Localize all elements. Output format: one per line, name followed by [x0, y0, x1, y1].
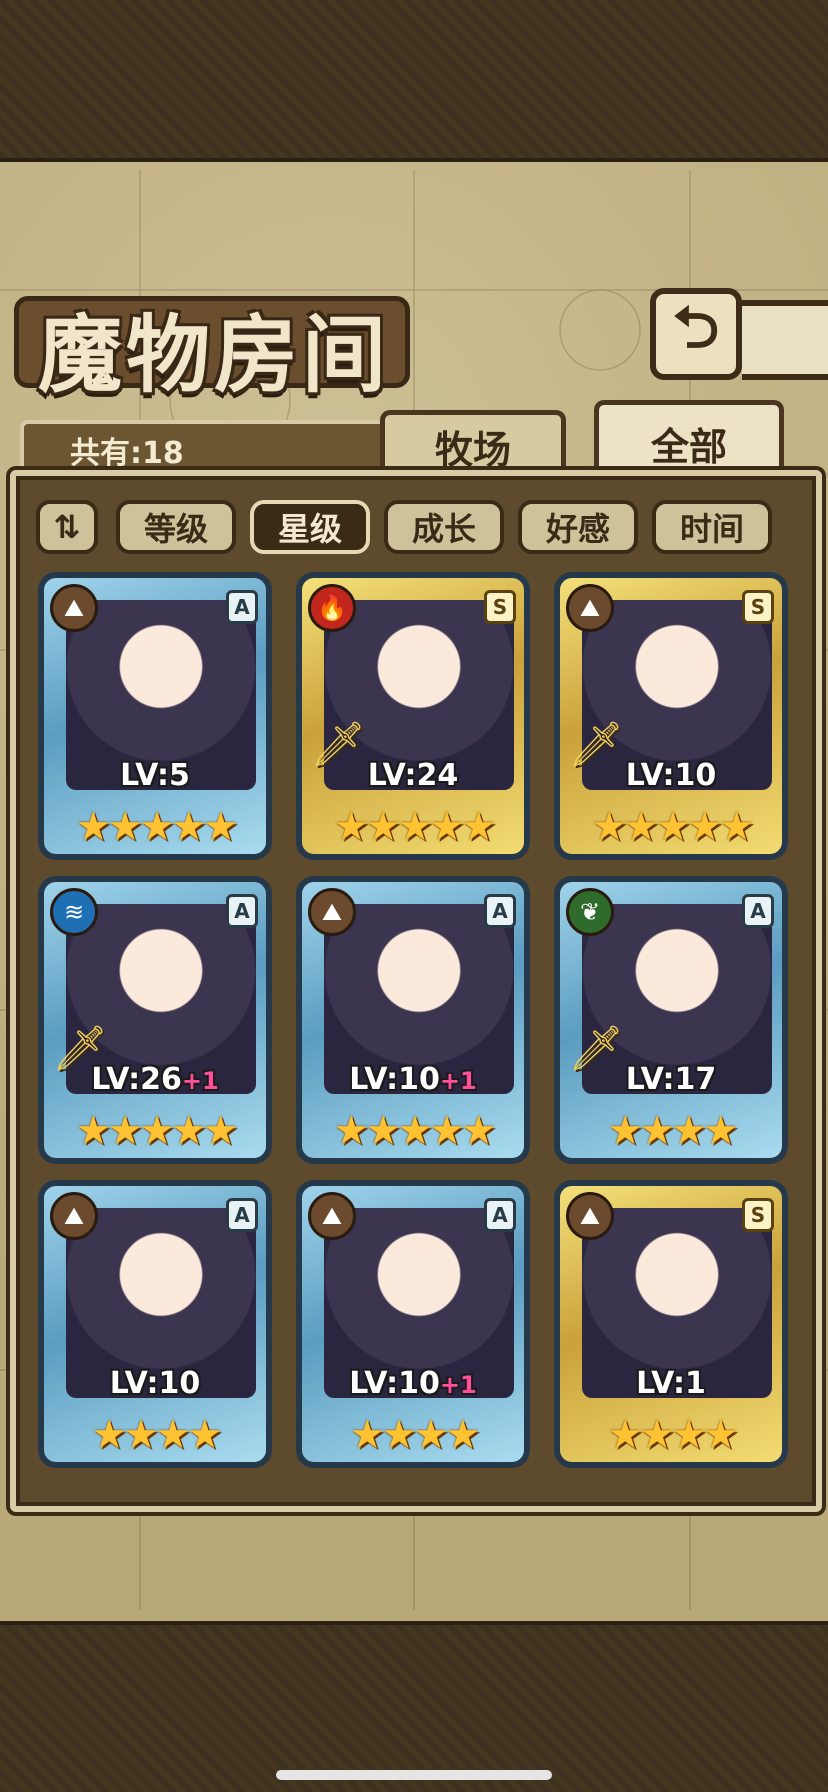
monster-level: LV:10 [44, 1366, 266, 1401]
level-text: LV:10 [109, 1366, 201, 1401]
filter-affection[interactable]: 好感 [518, 500, 638, 554]
monster-level: LV:26+1 [44, 1062, 266, 1097]
filter-level-label: 等级 [143, 510, 208, 548]
monster-count: 共有:18 [70, 436, 184, 471]
level-text: LV:10 [349, 1062, 440, 1097]
star-rating: ★★★★ [607, 1108, 738, 1154]
filter-stars[interactable]: 星级 [250, 500, 370, 554]
page-title: 魔物房间 [38, 305, 391, 404]
level-text: LV:24 [367, 758, 459, 793]
star-rating: ★★★★★ [591, 804, 754, 850]
filter-level[interactable]: 等级 [116, 500, 236, 554]
monster-card[interactable]: ⛰ A LV:10+1 ★★★★★ [296, 876, 530, 1164]
filter-time-label: 时间 [679, 510, 744, 548]
rank-badge: A [226, 1198, 258, 1232]
monster-level: LV:10+1 [302, 1062, 524, 1097]
level-text: LV:10 [349, 1366, 440, 1401]
back-button[interactable]: ⮌ [650, 288, 742, 380]
monster-level: LV:1 [560, 1366, 782, 1401]
top-background-band [0, 0, 828, 158]
earth-element-icon: ⛰ [308, 888, 356, 936]
rank-badge: A [226, 590, 258, 624]
rank-badge: S [742, 1198, 774, 1232]
filter-growth-label: 成长 [411, 510, 476, 548]
rank-badge: S [742, 590, 774, 624]
rank-badge: A [742, 894, 774, 928]
bottom-background-band [0, 1625, 828, 1792]
level-bonus: +1 [439, 1371, 477, 1399]
star-rating: ★★★★★ [333, 804, 496, 850]
home-indicator[interactable] [276, 1770, 552, 1780]
level-text: LV:1 [636, 1366, 706, 1401]
tab-ranch[interactable]: 牧场 [380, 410, 566, 478]
tab-ranch-label: 牧场 [434, 427, 511, 472]
filter-stars-label: 星级 [277, 510, 342, 548]
filter-growth[interactable]: 成长 [384, 500, 504, 554]
earth-element-icon: ⛰ [50, 584, 98, 632]
monster-level: LV:17 [560, 1062, 782, 1097]
sort-order-toggle[interactable]: ⇅ [36, 500, 98, 554]
sort-order-icon: ⇅ [53, 508, 81, 546]
rank-badge: A [484, 894, 516, 928]
rank-badge: A [226, 894, 258, 928]
filter-time[interactable]: 时间 [652, 500, 772, 554]
monster-card[interactable]: ⛰ S 🗡 LV:10 ★★★★★ [554, 572, 788, 860]
fire-element-icon: 🔥 [308, 584, 356, 632]
return-arrow-icon: ⮌ [672, 292, 720, 361]
monster-level: LV:10+1 [302, 1366, 524, 1401]
monster-card[interactable]: ⛰ A LV:10 ★★★★ [38, 1180, 272, 1468]
level-bonus: +1 [181, 1067, 219, 1095]
level-text: LV:10 [625, 758, 717, 793]
level-text: LV:5 [120, 758, 190, 793]
monster-card[interactable]: ⛰ A LV:10+1 ★★★★ [296, 1180, 530, 1468]
back-button-rail [742, 300, 828, 380]
monster-card[interactable]: ≋ A 🗡 LV:26+1 ★★★★★ [38, 876, 272, 1164]
earth-element-icon: ⛰ [566, 584, 614, 632]
earth-element-icon: ⛰ [50, 1192, 98, 1240]
monster-card[interactable]: ❦ A 🗡 LV:17 ★★★★ [554, 876, 788, 1164]
level-text: LV:17 [625, 1062, 717, 1097]
wood-element-icon: ❦ [566, 888, 614, 936]
level-text: LV:26 [91, 1062, 182, 1097]
monster-card[interactable]: ⛰ S LV:1 ★★★★ [554, 1180, 788, 1468]
rank-badge: A [484, 1198, 516, 1232]
level-bonus: +1 [439, 1067, 477, 1095]
star-rating: ★★★★★ [333, 1108, 496, 1154]
star-rating: ★★★★★ [75, 1108, 238, 1154]
monster-card[interactable]: ⛰ A LV:5 ★★★★★ [38, 572, 272, 860]
rank-badge: S [484, 590, 516, 624]
monster-level: LV:5 [44, 758, 266, 793]
filter-affection-label: 好感 [545, 510, 610, 548]
star-rating: ★★★★★ [75, 804, 238, 850]
tab-all-label: 全部 [650, 424, 727, 469]
earth-element-icon: ⛰ [566, 1192, 614, 1240]
star-rating: ★★★★ [91, 1412, 222, 1458]
monster-level: LV:10 [560, 758, 782, 793]
water-element-icon: ≋ [50, 888, 98, 936]
star-rating: ★★★★ [349, 1412, 480, 1458]
earth-element-icon: ⛰ [308, 1192, 356, 1240]
star-rating: ★★★★ [607, 1412, 738, 1458]
monster-card[interactable]: 🔥 S 🗡 LV:24 ★★★★★ [296, 572, 530, 860]
monster-level: LV:24 [302, 758, 524, 793]
